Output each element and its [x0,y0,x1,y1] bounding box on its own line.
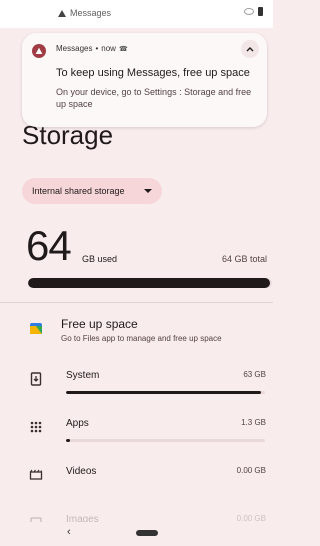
messages-app-icon [32,44,46,58]
chevron-down-icon [144,189,152,193]
category-row-system[interactable]: System 63 GB [0,366,273,406]
category-row-apps[interactable]: Apps 1.3 GB [0,414,273,454]
category-size: 1.3 GB [241,418,266,427]
category-size: 0.00 GB [236,466,266,475]
category-bar [66,391,265,394]
used-unit: GB used [82,254,118,264]
category-bar-fill [66,439,70,442]
storage-progress-bar [28,278,272,288]
notification-body: On your device, go to Settings : Storage… [56,87,252,109]
free-up-space-subtitle: Go to Files app to manage and free up sp… [61,334,222,343]
videos-icon [29,469,43,480]
messages-warning-icon [58,9,66,17]
category-bar-fill [66,391,262,394]
status-bar: Messages [0,0,273,28]
notification-title: To keep using Messages, free up space [56,67,250,79]
category-bar [66,439,265,442]
system-icon [30,372,42,386]
home-handle[interactable] [136,530,158,536]
divider [0,302,273,303]
notification-peek: Messages [58,8,111,18]
separator-dot: • [95,44,99,53]
free-up-space-item[interactable]: Free up space Go to Files app to manage … [0,312,273,352]
category-size: 63 GB [243,370,266,379]
storage-progress-fill [28,278,270,288]
files-app-icon [30,323,42,334]
battery-icon [258,7,263,16]
total-storage: 64 GB total [221,254,267,264]
status-icons [244,7,263,16]
apps-grid-icon [30,421,42,433]
free-up-space-title: Free up space [61,317,138,331]
category-label: System [66,370,100,381]
notification-header: Messages • now ☎ [56,44,128,53]
chevron-up-icon [246,47,254,52]
category-row-videos[interactable]: Videos 0.00 GB [0,462,273,502]
notification-app-name: Messages [56,44,93,53]
notification-peek-label: Messages [70,8,112,18]
storage-selector-label: Internal shared storage [32,186,125,196]
bell-icon: ☎ [118,45,128,53]
collapse-button[interactable] [241,40,259,58]
category-label: Apps [66,418,89,429]
notification-time: now [101,44,116,53]
used-value: 64 [26,222,72,269]
notification-card[interactable]: Messages • now ☎ To keep using Messages,… [22,33,267,127]
navigation-bar: ‹ [0,522,273,546]
eye-icon [244,8,254,15]
category-label: Videos [66,466,97,477]
back-button[interactable]: ‹ [67,526,71,538]
storage-selector[interactable]: Internal shared storage [22,178,162,204]
